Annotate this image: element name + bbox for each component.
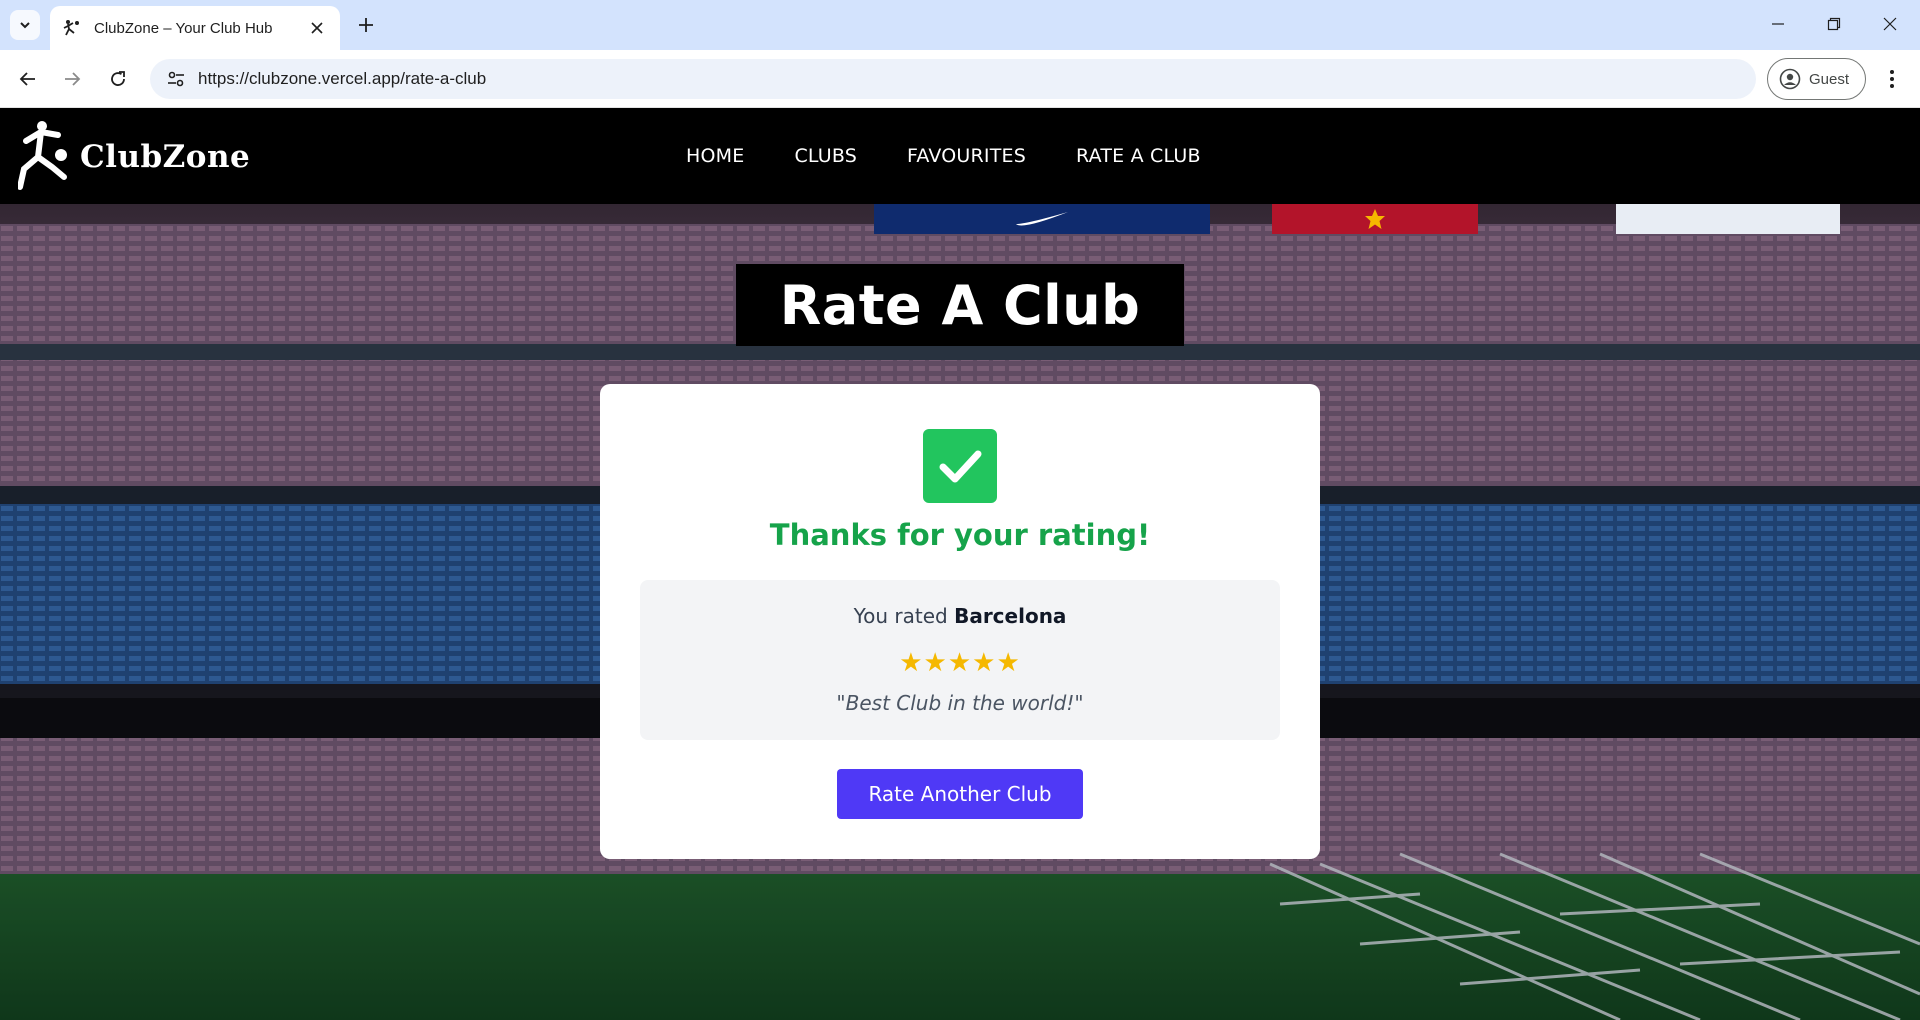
profile-button[interactable]: Guest bbox=[1767, 58, 1866, 100]
person-icon bbox=[1779, 68, 1801, 90]
new-tab-button[interactable] bbox=[352, 11, 380, 39]
brand-logo[interactable]: ClubZone bbox=[18, 121, 250, 193]
rated-line: You rated Barcelona bbox=[640, 604, 1280, 628]
browser-toolbar: https://clubzone.vercel.app/rate-a-club … bbox=[0, 50, 1920, 108]
address-bar[interactable]: https://clubzone.vercel.app/rate-a-club bbox=[150, 59, 1756, 99]
active-tab[interactable]: ClubZone – Your Club Hub bbox=[50, 6, 340, 50]
kebab-icon bbox=[1890, 70, 1894, 88]
nav-rate-a-club[interactable]: RATE A CLUB bbox=[1076, 145, 1201, 167]
plus-icon bbox=[359, 18, 373, 32]
site-header: ClubZone HOME CLUBS FAVOURITES RATE A CL… bbox=[0, 109, 1920, 204]
close-icon bbox=[311, 22, 323, 34]
profile-label: Guest bbox=[1809, 70, 1850, 88]
close-window-button[interactable] bbox=[1870, 8, 1910, 40]
site-info-button[interactable] bbox=[164, 67, 188, 91]
player-kick-icon bbox=[18, 121, 67, 190]
arrow-right-icon bbox=[65, 72, 81, 86]
tab-close-button[interactable] bbox=[306, 17, 328, 39]
restore-icon bbox=[1827, 17, 1841, 31]
forward-button[interactable] bbox=[56, 63, 88, 95]
back-button[interactable] bbox=[12, 63, 44, 95]
chevron-down-icon bbox=[20, 22, 30, 29]
success-badge bbox=[923, 429, 997, 503]
tune-icon bbox=[168, 71, 184, 87]
rated-club-name: Barcelona bbox=[954, 604, 1067, 628]
star-rating: ★★★★★ bbox=[899, 648, 1021, 678]
restore-button[interactable] bbox=[1814, 8, 1854, 40]
page-title-box: Rate A Club bbox=[736, 264, 1184, 346]
arrow-left-icon bbox=[19, 72, 35, 86]
close-icon bbox=[1883, 17, 1897, 31]
swoosh-icon bbox=[1016, 212, 1068, 226]
stadium-banner bbox=[1272, 204, 1478, 234]
tab-search-button[interactable] bbox=[10, 10, 40, 40]
url-text: https://clubzone.vercel.app/rate-a-club bbox=[198, 69, 487, 88]
rated-prefix: You rated bbox=[853, 604, 948, 628]
rating-confirmation-card: Thanks for your rating! You rated Barcel… bbox=[600, 384, 1320, 859]
minimize-icon bbox=[1772, 23, 1784, 25]
rating-summary: You rated Barcelona ★★★★★ "Best Club in … bbox=[640, 580, 1280, 740]
star-icon bbox=[1365, 209, 1385, 229]
brand-name: ClubZone bbox=[80, 139, 251, 175]
tab-title: ClubZone – Your Club Hub bbox=[94, 19, 273, 37]
check-icon bbox=[939, 450, 982, 483]
success-message: Thanks for your rating! bbox=[769, 518, 1151, 552]
tab-strip: ClubZone – Your Club Hub bbox=[0, 0, 1920, 50]
reload-button[interactable] bbox=[102, 63, 134, 95]
player-kick-icon bbox=[63, 20, 79, 36]
stadium-banner bbox=[1616, 204, 1840, 234]
nav-clubs[interactable]: CLUBS bbox=[794, 145, 857, 167]
stadium-banner bbox=[874, 204, 1210, 234]
nav-favourites[interactable]: FAVOURITES bbox=[907, 145, 1026, 167]
minimize-button[interactable] bbox=[1758, 8, 1798, 40]
reload-icon bbox=[111, 71, 125, 86]
rate-another-club-button[interactable]: Rate Another Club bbox=[837, 769, 1083, 819]
page-title: Rate A Club bbox=[779, 273, 1141, 337]
main-nav: HOME CLUBS FAVOURITES RATE A CLUB bbox=[686, 145, 1251, 167]
browser-menu-button[interactable] bbox=[1876, 63, 1908, 95]
nav-home[interactable]: HOME bbox=[686, 145, 744, 167]
rating-comment: "Best Club in the world!" bbox=[836, 691, 1084, 715]
